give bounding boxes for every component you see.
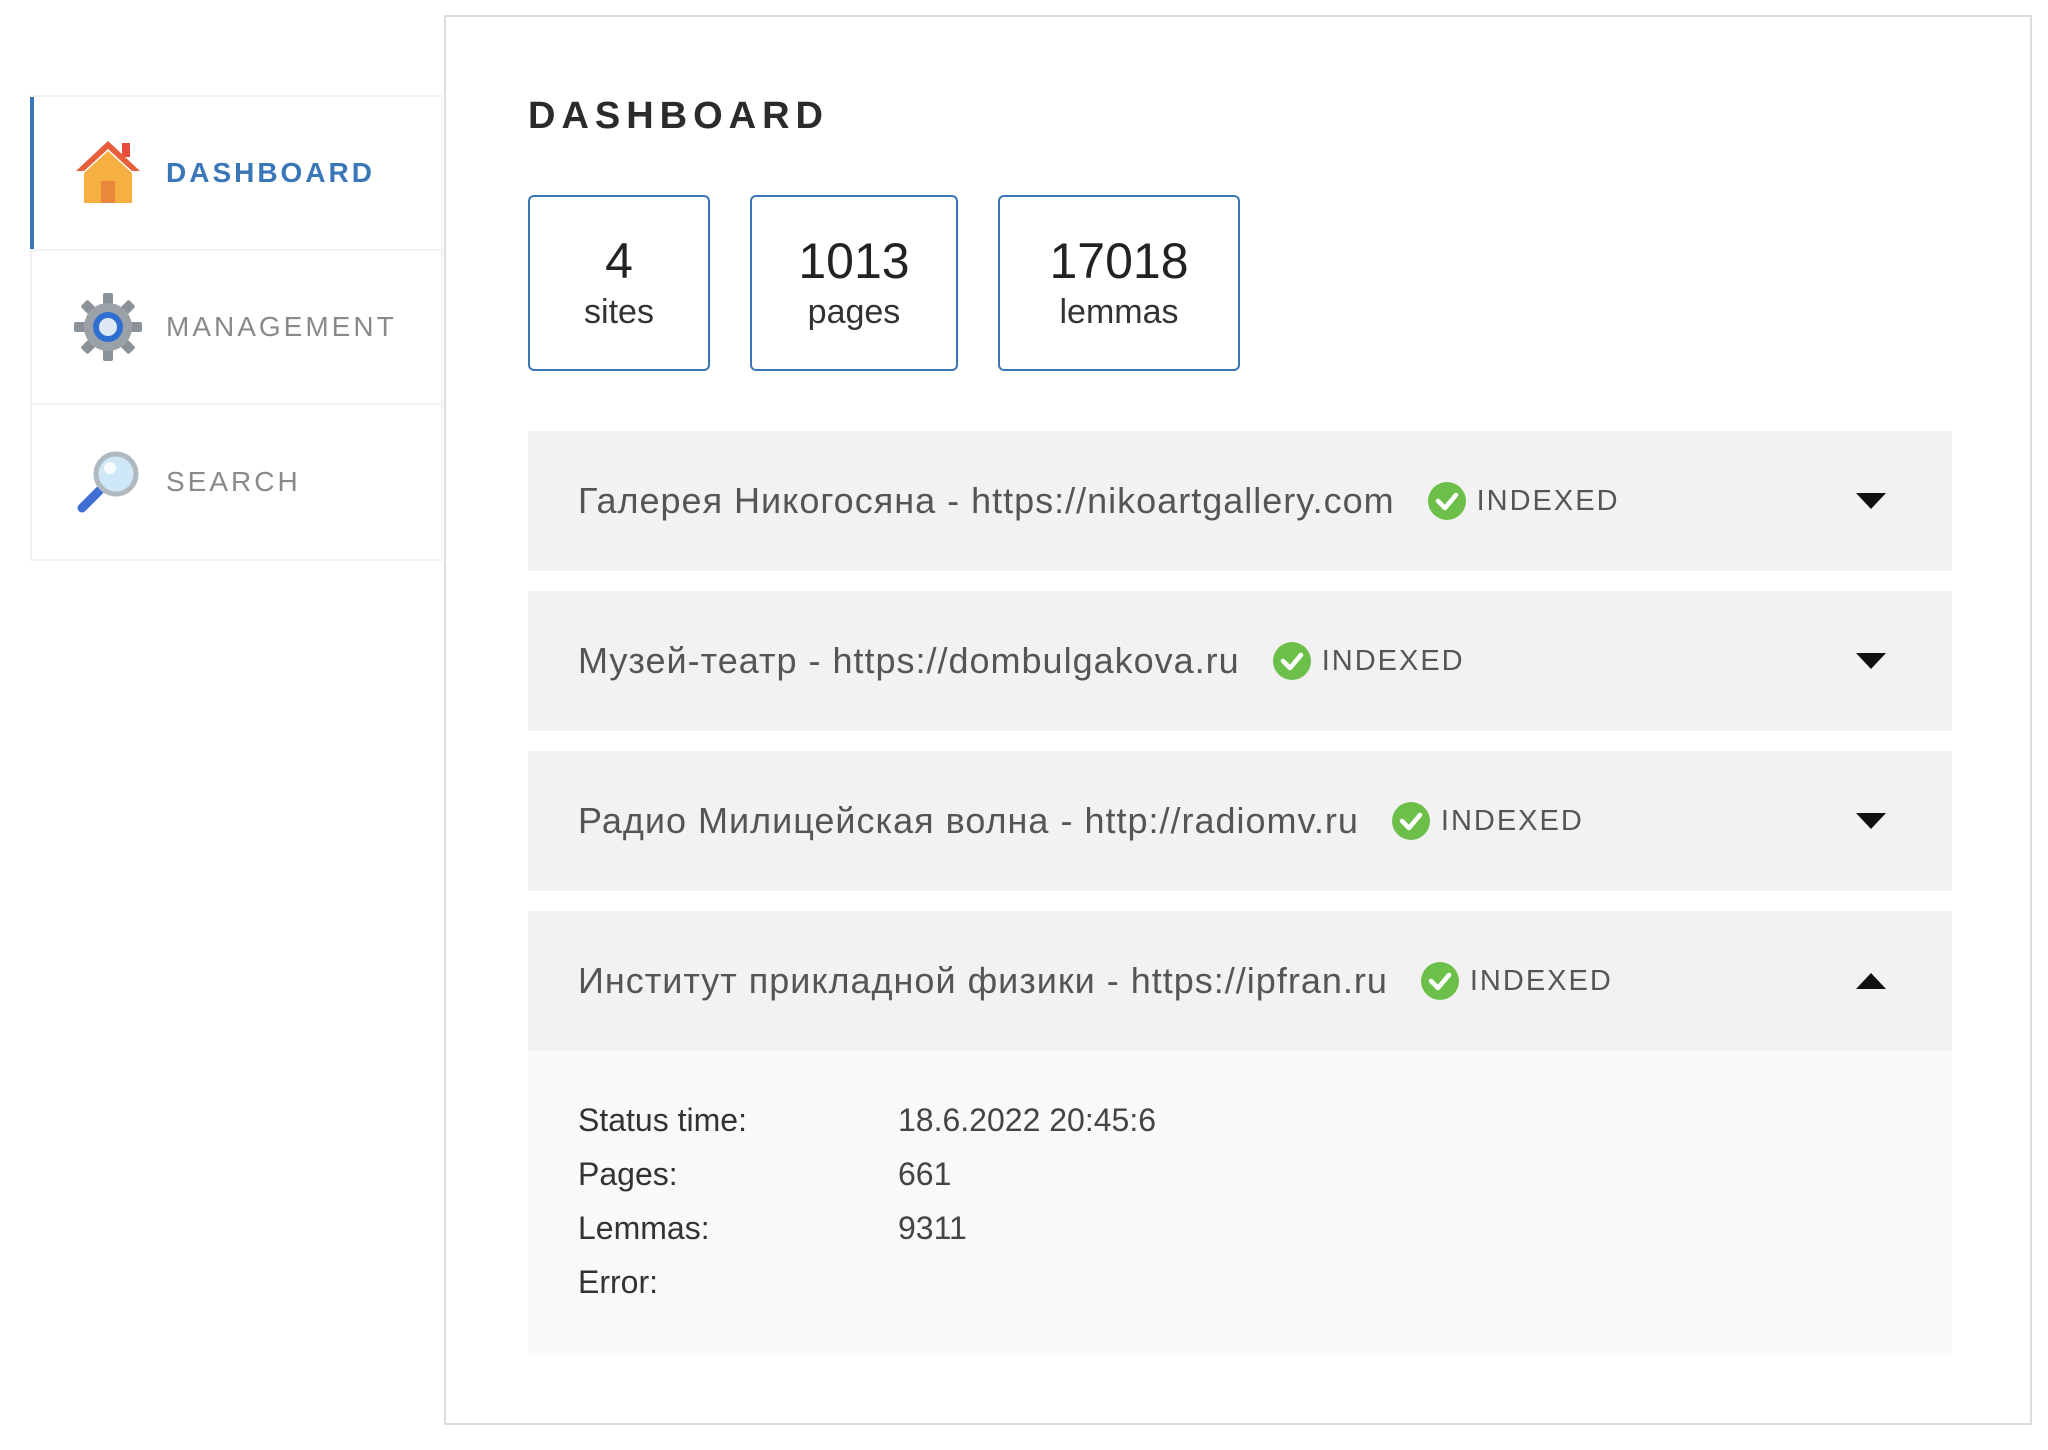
sites-accordion: Галерея Никогосяна - https://nikoartgall…	[528, 431, 1952, 1373]
detail-row-error: Error:	[578, 1255, 1902, 1309]
status-text: INDEXED	[1469, 964, 1613, 997]
stat-sites: 4 sites	[528, 195, 710, 371]
site-title: Радио Милицейская волна - http://radiomv…	[578, 800, 1359, 841]
site-header[interactable]: Институт прикладной физики - https://ipf…	[528, 911, 1952, 1051]
sidebar-item-label: SEARCH	[166, 466, 301, 497]
chevron-down-icon[interactable]	[1856, 811, 1886, 831]
site-item: Институт прикладной физики - https://ipf…	[528, 911, 1952, 1353]
status-text: INDEXED	[1440, 804, 1584, 837]
sidebar-nav: DASHBOARD MANAGEMENT SEARCH	[30, 95, 443, 561]
detail-row-lemmas: Lemmas: 9311	[578, 1201, 1902, 1255]
stat-label: sites	[584, 293, 654, 331]
sidebar-item-search[interactable]: SEARCH	[32, 405, 441, 559]
site-header[interactable]: Радио Милицейская волна - http://radiomv…	[528, 751, 1952, 891]
detail-label: Error:	[578, 1264, 658, 1300]
stat-pages: 1013 pages	[750, 195, 958, 371]
chevron-up-icon[interactable]	[1856, 971, 1886, 991]
check-circle-icon	[1391, 802, 1430, 840]
detail-label: Status time:	[578, 1102, 747, 1138]
site-title: Музей-театр - https://dombulgakova.ru	[578, 640, 1240, 681]
chevron-down-icon[interactable]	[1856, 651, 1886, 671]
status-badge: INDEXED	[1420, 961, 1613, 1001]
magnifier-icon	[77, 451, 139, 513]
detail-value: 661	[898, 1156, 952, 1192]
sidebar-item-label: DASHBOARD	[166, 157, 375, 188]
page-title: DASHBOARD	[528, 95, 829, 137]
detail-row-pages: Pages: 661	[578, 1147, 1902, 1201]
site-item: Галерея Никогосяна - https://nikoartgall…	[528, 431, 1952, 571]
status-badge: INDEXED	[1391, 801, 1584, 841]
stat-lemmas: 17018 lemmas	[998, 195, 1240, 371]
status-text: INDEXED	[1476, 484, 1620, 517]
check-circle-icon	[1420, 962, 1459, 1000]
check-circle-icon	[1272, 642, 1311, 680]
site-title: Галерея Никогосяна - https://nikoartgall…	[578, 480, 1395, 521]
stats-row: 4 sites 1013 pages 17018 lemmas	[528, 195, 1240, 371]
stat-value: 4	[605, 233, 633, 289]
detail-label: Lemmas:	[578, 1210, 710, 1246]
status-badge: INDEXED	[1272, 641, 1465, 681]
site-header[interactable]: Галерея Никогосяна - https://nikoartgall…	[528, 431, 1952, 571]
detail-label: Pages:	[578, 1156, 678, 1192]
site-title: Институт прикладной физики - https://ipf…	[578, 960, 1388, 1001]
site-details: Status time: 18.6.2022 20:45:6 Pages: 66…	[528, 1051, 1952, 1353]
home-icon	[76, 141, 140, 203]
detail-value: 9311	[898, 1210, 967, 1246]
stat-label: lemmas	[1059, 293, 1179, 331]
gear-icon	[74, 293, 142, 361]
main-panel: DASHBOARD 4 sites 1013 pages 17018 lemma…	[444, 15, 2032, 1425]
detail-row-status-time: Status time: 18.6.2022 20:45:6	[578, 1093, 1902, 1147]
stat-value: 1013	[798, 233, 910, 289]
chevron-down-icon[interactable]	[1856, 491, 1886, 511]
stat-value: 17018	[1049, 233, 1189, 289]
site-item: Музей-театр - https://dombulgakova.ru IN…	[528, 591, 1952, 731]
sidebar-item-label: MANAGEMENT	[166, 311, 397, 342]
stat-label: pages	[807, 293, 901, 331]
sidebar-item-dashboard[interactable]: DASHBOARD	[30, 97, 441, 251]
status-badge: INDEXED	[1427, 481, 1620, 521]
check-circle-icon	[1427, 482, 1466, 520]
site-item: Радио Милицейская волна - http://radiomv…	[528, 751, 1952, 891]
status-text: INDEXED	[1321, 644, 1465, 677]
detail-value: 18.6.2022 20:45:6	[898, 1102, 1157, 1138]
sidebar-item-management[interactable]: MANAGEMENT	[32, 251, 441, 405]
site-header[interactable]: Музей-театр - https://dombulgakova.ru IN…	[528, 591, 1952, 731]
